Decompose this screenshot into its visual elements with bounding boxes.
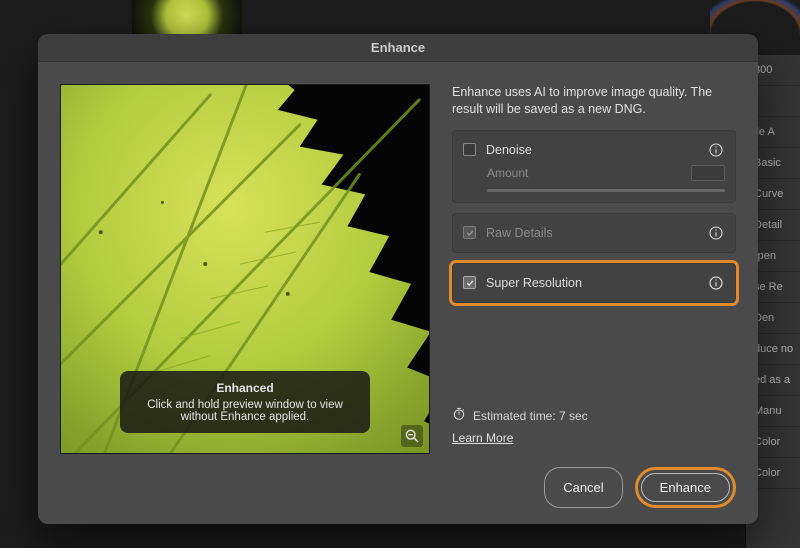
denoise-group: Denoise Amount: [452, 130, 736, 203]
super-resolution-row: Super Resolution: [453, 264, 735, 302]
denoise-checkbox[interactable]: [463, 143, 476, 156]
raw-details-group: Raw Details: [452, 213, 736, 253]
bg-histogram: [710, 0, 800, 35]
denoise-row: Denoise: [453, 131, 735, 165]
denoise-amount-row: Amount: [453, 165, 735, 189]
learn-more-link[interactable]: Learn More: [452, 431, 513, 445]
preview-tooltip-title: Enhanced: [136, 381, 354, 395]
enhance-button[interactable]: Enhance: [641, 473, 730, 502]
preview-window[interactable]: Enhanced Click and hold preview window t…: [60, 84, 430, 454]
super-resolution-group: Super Resolution: [452, 263, 736, 303]
info-icon[interactable]: [707, 224, 725, 242]
raw-details-label: Raw Details: [486, 226, 697, 240]
denoise-amount-input[interactable]: [691, 165, 725, 181]
preview-tooltip-body: Click and hold preview window to view wi…: [147, 399, 343, 423]
super-resolution-checkbox[interactable]: [463, 276, 476, 289]
timer-icon: [452, 407, 466, 424]
dialog-description: Enhance uses AI to improve image quality…: [452, 84, 736, 118]
info-icon[interactable]: [707, 141, 725, 159]
denoise-amount-label: Amount: [487, 166, 681, 180]
denoise-amount-slider[interactable]: [487, 189, 725, 192]
raw-details-row: Raw Details: [453, 214, 735, 252]
info-icon[interactable]: [707, 274, 725, 292]
super-resolution-label: Super Resolution: [486, 276, 697, 290]
estimated-time-text: Estimated time: 7 sec: [473, 409, 588, 423]
enhance-button-highlight: Enhance: [635, 467, 736, 508]
zoom-out-icon[interactable]: [401, 425, 423, 447]
estimated-time-row: Estimated time: 7 sec: [452, 407, 736, 424]
dialog-title: Enhance: [38, 34, 758, 62]
enhance-dialog: Enhance: [38, 34, 758, 524]
raw-details-checkbox: [463, 226, 476, 239]
preview-tooltip: Enhanced Click and hold preview window t…: [120, 371, 370, 433]
denoise-label: Denoise: [486, 143, 697, 157]
cancel-button[interactable]: Cancel: [544, 467, 622, 508]
